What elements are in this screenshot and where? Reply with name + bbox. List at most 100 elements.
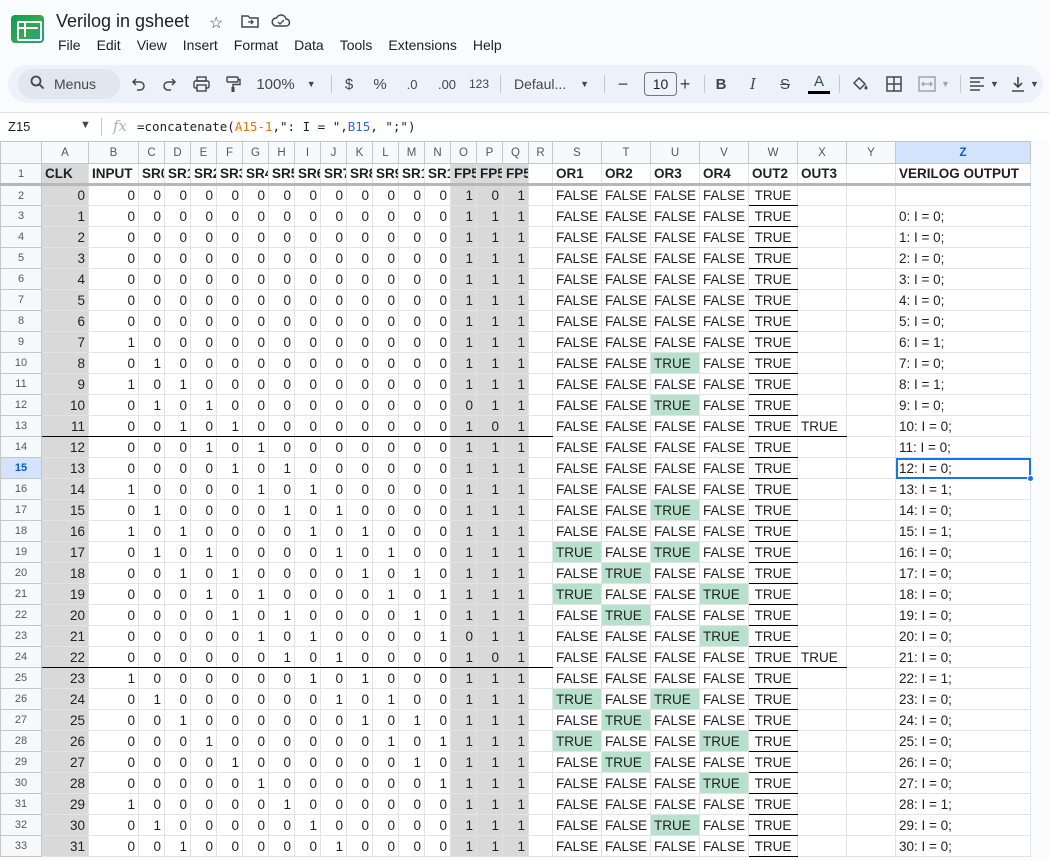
input-cell[interactable]: 1 <box>88 331 139 353</box>
sr-cell[interactable]: 0 <box>346 226 373 248</box>
row-header[interactable]: 22 <box>0 604 42 626</box>
sr-cell[interactable]: 0 <box>320 226 347 248</box>
input-cell[interactable]: 0 <box>88 394 139 416</box>
sr-cell[interactable]: 0 <box>424 394 451 416</box>
fp-cell[interactable]: 1 <box>476 205 503 227</box>
or-cell[interactable]: FALSE <box>601 415 651 437</box>
empty-cell[interactable] <box>528 226 553 248</box>
fp-cell[interactable]: 1 <box>502 247 529 269</box>
column-header-z[interactable]: Z <box>895 141 1031 164</box>
sr-cell[interactable]: 0 <box>372 184 399 206</box>
sr-cell[interactable]: 0 <box>268 184 295 206</box>
sr-cell[interactable]: 0 <box>216 331 243 353</box>
sr-cell[interactable]: 0 <box>320 583 347 605</box>
sr-cell[interactable]: 0 <box>424 436 451 458</box>
sr-cell[interactable]: 0 <box>398 520 425 542</box>
sr-cell[interactable]: 0 <box>294 331 321 353</box>
or-cell[interactable]: FALSE <box>699 751 749 773</box>
or-cell[interactable]: FALSE <box>601 625 651 647</box>
or-cell[interactable]: FALSE <box>552 835 602 857</box>
row-header[interactable]: 10 <box>0 352 42 374</box>
out3-cell[interactable] <box>797 268 847 290</box>
sr-cell[interactable]: 0 <box>138 373 165 395</box>
sr-cell[interactable]: 1 <box>268 499 295 521</box>
or-cell[interactable]: FALSE <box>552 814 602 836</box>
out2-cell[interactable]: TRUE <box>748 688 798 710</box>
column-header-f[interactable]: F <box>216 141 243 164</box>
sr-cell[interactable]: 1 <box>190 583 217 605</box>
sr-cell[interactable]: 0 <box>398 625 425 647</box>
sr-cell[interactable]: 0 <box>398 646 425 668</box>
sr-cell[interactable]: 1 <box>398 604 425 626</box>
row-header[interactable]: 28 <box>0 730 42 752</box>
empty-cell[interactable] <box>528 793 553 815</box>
verilog-output-cell[interactable]: 29: I = 0; <box>895 814 1031 836</box>
out3-cell[interactable] <box>797 499 847 521</box>
sr-cell[interactable]: 0 <box>268 478 295 500</box>
or-cell[interactable]: FALSE <box>601 814 651 836</box>
sr-cell[interactable]: 0 <box>346 646 373 668</box>
sr-cell[interactable]: 0 <box>294 751 321 773</box>
sr-cell[interactable]: 1 <box>190 394 217 416</box>
or-cell[interactable]: FALSE <box>699 352 749 374</box>
sr-cell[interactable]: 0 <box>372 772 399 794</box>
or-cell[interactable]: FALSE <box>650 730 700 752</box>
input-cell[interactable]: 1 <box>88 373 139 395</box>
or-cell[interactable]: TRUE <box>601 709 651 731</box>
empty-cell[interactable] <box>846 541 896 563</box>
empty-cell[interactable] <box>846 751 896 773</box>
empty-cell[interactable] <box>528 520 553 542</box>
empty-cell[interactable] <box>528 835 553 857</box>
clk-cell[interactable]: 8 <box>41 352 89 374</box>
fp-cell[interactable]: 1 <box>450 688 477 710</box>
sr-cell[interactable]: 0 <box>164 667 191 689</box>
sr-cell[interactable]: 0 <box>320 520 347 542</box>
verilog-output-cell[interactable]: 28: I = 1; <box>895 793 1031 815</box>
sr-cell[interactable]: 0 <box>216 247 243 269</box>
fp-cell[interactable]: 1 <box>476 751 503 773</box>
sr-cell[interactable]: 1 <box>216 457 243 479</box>
row-header[interactable]: 31 <box>0 793 42 815</box>
fp-cell[interactable]: 1 <box>476 352 503 374</box>
sr-cell[interactable]: 0 <box>216 688 243 710</box>
sr-cell[interactable]: 0 <box>190 625 217 647</box>
print-icon[interactable] <box>190 65 212 103</box>
sr-cell[interactable]: 0 <box>268 751 295 773</box>
sr-cell[interactable]: 0 <box>320 793 347 815</box>
fp-cell[interactable]: 1 <box>502 688 529 710</box>
column-header-t[interactable]: T <box>601 141 651 164</box>
out3-cell[interactable] <box>797 667 847 689</box>
sr-cell[interactable]: 0 <box>190 562 217 584</box>
or-cell[interactable]: TRUE <box>552 541 602 563</box>
row-header[interactable]: 17 <box>0 499 42 521</box>
sr-cell[interactable]: 0 <box>320 604 347 626</box>
sr-cell[interactable]: 0 <box>164 751 191 773</box>
sr-cell[interactable]: 0 <box>372 268 399 290</box>
fp-cell[interactable]: 1 <box>502 205 529 227</box>
paint-format-icon[interactable] <box>222 65 244 103</box>
fp-cell[interactable]: 1 <box>450 709 477 731</box>
sr-cell[interactable]: 0 <box>164 772 191 794</box>
menu-insert[interactable]: Insert <box>181 37 224 53</box>
out3-cell[interactable] <box>797 436 847 458</box>
sr-cell[interactable]: 1 <box>424 730 451 752</box>
sr-cell[interactable]: 1 <box>398 751 425 773</box>
sr-cell[interactable]: 0 <box>138 310 165 332</box>
column-header-q[interactable]: Q <box>502 141 529 164</box>
empty-cell[interactable] <box>846 478 896 500</box>
sr-cell[interactable]: 0 <box>424 751 451 773</box>
sr-cell[interactable]: 0 <box>216 835 243 857</box>
sr-cell[interactable]: 0 <box>372 205 399 227</box>
sr-cell[interactable]: 0 <box>138 415 165 437</box>
sr-cell[interactable]: 0 <box>424 520 451 542</box>
empty-cell[interactable] <box>528 457 553 479</box>
out3-cell[interactable] <box>797 730 847 752</box>
fp-cell[interactable]: 1 <box>476 247 503 269</box>
sr-cell[interactable]: 0 <box>242 667 269 689</box>
row-header[interactable]: 26 <box>0 688 42 710</box>
sr-cell[interactable]: 0 <box>372 310 399 332</box>
fp-cell[interactable]: 1 <box>502 268 529 290</box>
sr-cell[interactable]: 1 <box>294 478 321 500</box>
sr-cell[interactable]: 0 <box>320 772 347 794</box>
sr-cell[interactable]: 1 <box>268 457 295 479</box>
